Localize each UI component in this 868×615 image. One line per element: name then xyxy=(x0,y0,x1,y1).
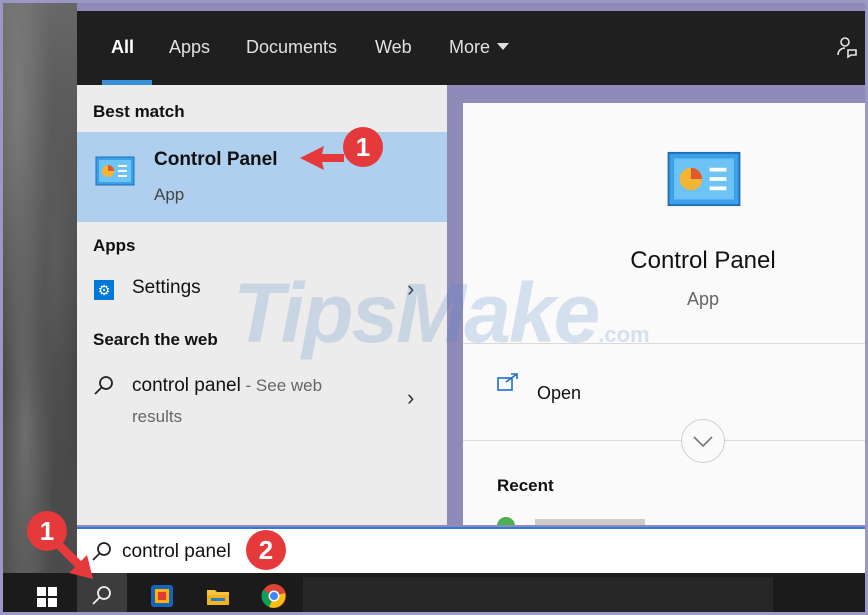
annotation-arrow xyxy=(300,146,344,170)
folder-icon[interactable] xyxy=(205,583,231,609)
web-result-text: control panel - See web xyxy=(132,375,322,397)
watermark: TipsMake.com xyxy=(233,265,650,362)
tab-more[interactable]: More xyxy=(449,37,510,58)
chevron-right-icon[interactable]: › xyxy=(407,385,414,411)
web-result-item[interactable]: control panel - See web results › xyxy=(77,375,447,426)
web-result-suffix: - See web xyxy=(240,376,323,395)
windows-logo-icon[interactable] xyxy=(37,587,57,607)
feedback-icon[interactable] xyxy=(835,35,859,59)
app-icon[interactable] xyxy=(149,583,175,609)
tab-web[interactable]: Web xyxy=(375,37,412,58)
search-filter-bar: All Apps Documents Web More xyxy=(77,11,865,85)
annotation-badge-2: 2 xyxy=(246,530,286,570)
chevron-down-icon xyxy=(693,436,713,448)
search-web-heading: Search the web xyxy=(93,330,218,349)
chrome-icon[interactable] xyxy=(261,583,287,609)
search-box[interactable]: control panel xyxy=(77,527,865,573)
best-match-name: Control Panel xyxy=(154,149,278,170)
expand-button[interactable] xyxy=(681,419,725,463)
search-icon xyxy=(94,376,113,395)
gear-icon: ⚙ xyxy=(94,280,114,300)
tab-more-label: More xyxy=(449,37,491,57)
caret-down-icon xyxy=(497,42,510,50)
control-panel-icon xyxy=(667,151,741,207)
search-icon xyxy=(92,586,111,605)
best-match-type: App xyxy=(154,185,185,204)
recent-heading: Recent xyxy=(497,476,554,495)
apps-heading: Apps xyxy=(93,236,136,255)
best-match-heading: Best match xyxy=(93,102,185,121)
open-action[interactable]: Open xyxy=(537,383,581,404)
recent-item-peek xyxy=(497,517,697,525)
taskbar-empty-area xyxy=(303,577,773,612)
tab-documents[interactable]: Documents xyxy=(246,37,337,58)
screenshot-frame: All Apps Documents Web More Best match C… xyxy=(0,0,868,615)
annotation-badge-1: 1 xyxy=(343,127,383,167)
web-result-query: control panel xyxy=(132,375,241,396)
app-result-label: Settings xyxy=(132,277,201,298)
watermark-suffix: .com xyxy=(598,322,650,347)
best-match-item[interactable]: Control Panel App xyxy=(77,132,447,222)
annotation-badge-3: 1 xyxy=(27,511,67,551)
web-result-line2: results xyxy=(132,407,183,426)
open-icon xyxy=(497,373,518,391)
tab-all[interactable]: All xyxy=(111,37,134,58)
watermark-main: TipsMake xyxy=(233,266,600,360)
tab-apps[interactable]: Apps xyxy=(169,37,210,58)
taskbar xyxy=(3,573,865,612)
control-panel-icon xyxy=(95,156,135,186)
search-input[interactable]: control panel xyxy=(122,541,231,563)
divider xyxy=(463,440,865,441)
